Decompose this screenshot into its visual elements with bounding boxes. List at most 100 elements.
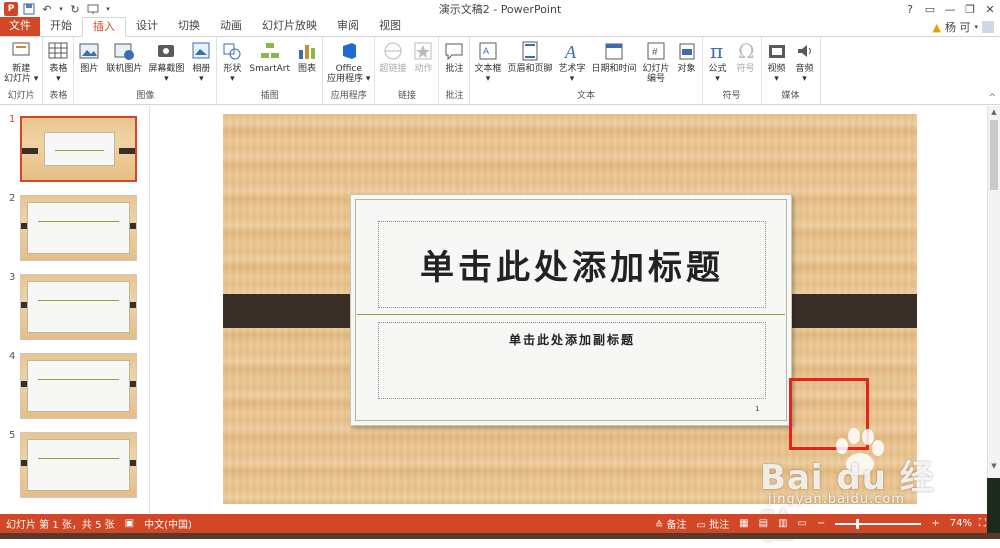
redo-icon[interactable]: ↻ <box>68 2 82 16</box>
ribbon-group-2: 图片 联机图片 屏幕截图 ▾ 相册 ▾ 图像 <box>74 37 218 105</box>
comments-icon: ▭ <box>696 520 710 531</box>
slideshow-view-icon[interactable]: ▭ <box>798 518 807 529</box>
date-time-button[interactable]: 日期和时间 <box>590 40 639 89</box>
equation-icon: π <box>707 40 729 62</box>
ribbon-button-label: 图表 <box>298 64 317 74</box>
minimize-button[interactable]: — <box>940 0 960 18</box>
notes-button[interactable]: ≙ 备注 <box>655 516 687 531</box>
zoom-in-icon[interactable]: + <box>931 518 939 529</box>
slide-count-status: 幻灯片 第 1 张，共 5 张 <box>6 520 115 531</box>
ribbon-button-label: 形状 ▾ <box>223 64 242 84</box>
shapes-button[interactable]: 形状 ▾ <box>219 40 245 89</box>
save-icon[interactable] <box>22 2 36 16</box>
video-icon <box>766 40 788 62</box>
language-status[interactable]: 中文(中国) <box>144 516 192 531</box>
slide-thumbnail[interactable] <box>20 274 137 340</box>
slide-sorter-icon[interactable]: ▤ <box>759 518 768 529</box>
title-placeholder[interactable]: 单击此处添加标题 <box>378 221 766 308</box>
ribbon-button-label: 公式 ▾ <box>708 64 727 84</box>
online-picture-button[interactable]: 联机图片 <box>104 40 144 89</box>
online-picture-icon <box>113 40 135 62</box>
scroll-up-icon[interactable]: ▲ <box>988 108 1000 116</box>
thumb-card <box>27 281 130 333</box>
tab-6[interactable]: 幻灯片放映 <box>252 17 327 36</box>
scroll-down-icon[interactable]: ▼ <box>988 462 1000 470</box>
undo-dropdown-icon[interactable]: ▾ <box>58 2 64 16</box>
reading-view-icon[interactable]: ▥ <box>778 518 787 529</box>
ribbon-button-label: 对象 <box>677 64 696 74</box>
comments-button[interactable]: ▭ 批注 <box>697 516 730 531</box>
zoom-slider-knob[interactable] <box>856 518 860 529</box>
slide-canvas[interactable]: 单击此处添加标题 单击此处添加副标题 1 <box>223 114 917 504</box>
svg-text:A: A <box>483 46 489 56</box>
textbox-button[interactable]: A 文本框 ▾ <box>472 40 503 89</box>
action-button: 动作 <box>410 40 436 89</box>
new-slide-button[interactable]: 新建 幻灯片 ▾ <box>2 40 40 89</box>
ribbon-group-8: π 公式 ▾ Ω 符号 符号 <box>703 37 762 105</box>
powerpoint-logo-icon: P <box>4 2 18 16</box>
smartart-button[interactable]: SmartArt <box>247 40 292 89</box>
equation-button[interactable]: π 公式 ▾ <box>705 40 731 89</box>
slide-thumbnail[interactable] <box>20 116 137 182</box>
customize-qat-icon[interactable]: ▾ <box>104 2 112 16</box>
thumb-card <box>44 132 115 166</box>
zoom-level[interactable]: 74% <box>950 518 972 529</box>
spelling-icon[interactable]: ▣ <box>125 518 134 529</box>
close-button[interactable]: ✕ <box>980 0 1000 18</box>
office-apps-button[interactable]: Office 应用程序 ▾ <box>325 40 372 89</box>
user-name[interactable]: 杨 可 <box>945 19 971 35</box>
thumbnail-number: 5 <box>9 430 16 441</box>
comment-button[interactable]: 批注 <box>441 40 467 89</box>
user-dropdown-icon[interactable]: ▾ <box>974 23 978 31</box>
screenshot-button[interactable]: 屏幕截图 ▾ <box>146 40 186 89</box>
slide-editor: 单击此处添加标题 单击此处添加副标题 1 <box>151 106 987 514</box>
tab-7[interactable]: 审阅 <box>327 17 369 36</box>
tab-1[interactable]: 开始 <box>40 17 82 36</box>
normal-view-icon[interactable]: ▦ <box>739 518 748 529</box>
slide-thumbnail[interactable] <box>20 195 137 261</box>
account-area[interactable]: ▲ 杨 可 ▾ <box>933 19 994 35</box>
tab-2[interactable]: 插入 <box>82 17 126 37</box>
chart-button[interactable]: 图表 <box>294 40 320 89</box>
tab-3[interactable]: 设计 <box>126 17 168 36</box>
photo-album-button[interactable]: 相册 ▾ <box>188 40 214 89</box>
restore-button[interactable]: ❐ <box>960 0 980 18</box>
slide-number[interactable]: 1 <box>755 405 759 413</box>
ribbon-button-label: 文本框 ▾ <box>474 64 502 84</box>
user-avatar-icon[interactable] <box>982 21 994 33</box>
tab-8[interactable]: 视图 <box>369 17 411 36</box>
start-from-beginning-icon[interactable] <box>86 2 100 16</box>
ribbon-group-7: A 文本框 ▾ 页眉和页脚 A 艺术字 ▾ 日期和时间 # 幻灯片 编号 对象 文本 <box>470 37 703 105</box>
warning-icon: ▲ <box>932 20 941 34</box>
table-button[interactable]: 表格 ▾ <box>45 40 71 89</box>
zoom-slider[interactable] <box>835 518 922 529</box>
help-button[interactable]: ? <box>900 0 920 18</box>
tab-5[interactable]: 动画 <box>210 17 252 36</box>
slide-number-button[interactable]: # 幻灯片 编号 <box>641 40 672 89</box>
ribbon-button-label: 新建 幻灯片 ▾ <box>4 64 39 84</box>
object-button[interactable]: 对象 <box>674 40 700 89</box>
undo-icon[interactable]: ↶ <box>40 2 54 16</box>
picture-button[interactable]: 图片 <box>76 40 102 89</box>
collapse-ribbon-icon[interactable]: ^ <box>988 93 996 103</box>
wordart-button[interactable]: A 艺术字 ▾ <box>556 40 587 89</box>
scrollbar-thumb[interactable] <box>990 120 998 190</box>
tab-4[interactable]: 切换 <box>168 17 210 36</box>
fit-slide-icon[interactable]: ⛶ <box>979 518 986 529</box>
ribbon-display-options-icon[interactable]: ▭ <box>920 0 940 18</box>
slide-thumbnail[interactable] <box>20 353 137 419</box>
ribbon-group-9: 视频 ▾ 音频 ▾ 媒体 <box>762 37 821 105</box>
audio-meter <box>987 478 1000 534</box>
slide-thumbnail-pane: 1 2 3 4 5 <box>0 106 150 514</box>
slide-thumbnail[interactable] <box>20 432 137 498</box>
subtitle-placeholder[interactable]: 单击此处添加副标题 <box>378 322 766 399</box>
ribbon-button-label: 超链接 <box>379 64 407 74</box>
video-button[interactable]: 视频 ▾ <box>764 40 790 89</box>
tab-file[interactable]: 文件 <box>0 17 40 36</box>
vertical-scrollbar[interactable]: ▲ ▼ <box>987 106 1000 514</box>
header-footer-button[interactable]: 页眉和页脚 <box>505 40 554 89</box>
zoom-out-icon[interactable]: − <box>817 518 825 529</box>
slide-number-icon: # <box>645 40 667 62</box>
audio-button[interactable]: 音频 ▾ <box>792 40 818 89</box>
thumb-band-left <box>21 302 27 308</box>
